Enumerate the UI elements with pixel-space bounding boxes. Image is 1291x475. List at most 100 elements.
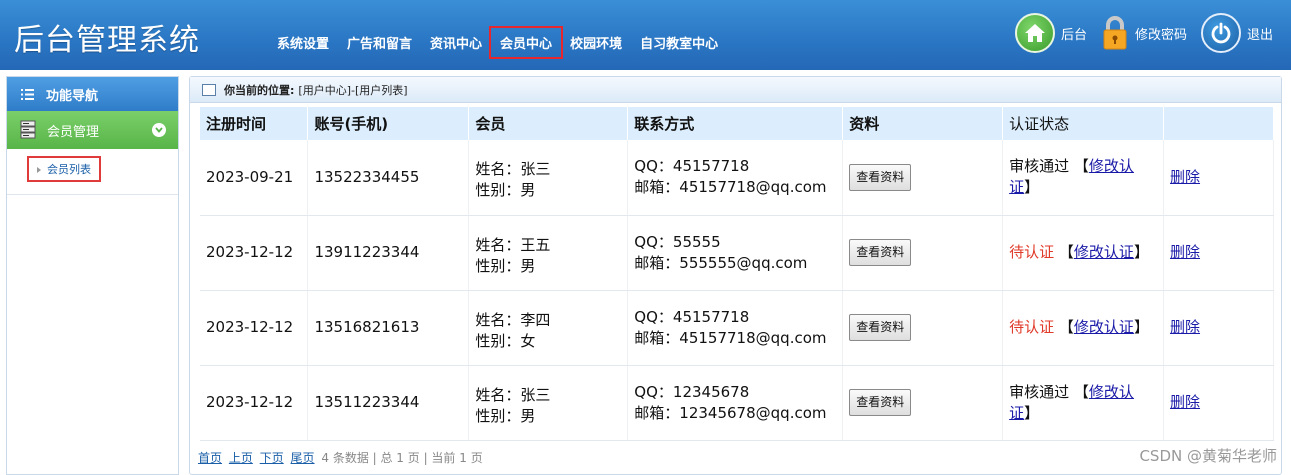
change-password-button[interactable]: 修改密码: [1101, 13, 1187, 53]
view-profile-button[interactable]: 查看资料: [849, 314, 912, 341]
contact-email: 邮箱：12345678@qq.com: [634, 403, 827, 422]
edit-auth-link[interactable]: 修改认证: [1074, 318, 1134, 336]
breadcrumb-label: 你当前的位置:: [224, 83, 295, 97]
triangle-icon: [37, 167, 41, 173]
nav-news-center[interactable]: 资讯中心: [421, 28, 491, 57]
member-name: 姓名：张三: [475, 385, 551, 404]
sidebar-item-label: 会员列表: [47, 163, 91, 176]
cell-phone: 13511223344: [307, 365, 470, 441]
contact-qq: QQ：45157718: [634, 307, 750, 326]
cell-member: 姓名：张三性别：男: [468, 140, 629, 216]
nav-study-room-center[interactable]: 自习教室中心: [631, 28, 727, 57]
window-icon: [202, 83, 216, 96]
pager-last[interactable]: 尾页: [291, 451, 315, 465]
nav-ads-messages[interactable]: 广告和留言: [338, 28, 421, 57]
sidebar-title: 功能导航: [7, 77, 178, 111]
watermark: CSDN @黄菊华老师: [1139, 447, 1277, 465]
home-button[interactable]: 后台: [1014, 13, 1087, 53]
home-icon: [1014, 13, 1055, 53]
contact-qq: QQ：55555: [634, 232, 721, 251]
cell-status: 审核通过 【修改认证】: [1002, 365, 1165, 441]
nav-campus-environment[interactable]: 校园环境: [561, 28, 631, 57]
cell-status: 审核通过 【修改认证】: [1002, 140, 1165, 216]
pager-info: 4 条数据 | 总 1 页 | 当前 1 页: [321, 451, 483, 465]
sidebar-group-member[interactable]: 会员管理: [7, 111, 178, 149]
main-nav: 系统设置 广告和留言 资讯中心 会员中心 校园环境 自习教室中心: [268, 26, 727, 59]
cell-profile: 查看资料: [842, 290, 1004, 366]
server-icon: [20, 120, 36, 139]
logout-button[interactable]: 退出: [1200, 13, 1273, 53]
cell-phone: 13522334455: [307, 140, 470, 216]
header-tools: 后台 修改密码 退出: [1001, 13, 1273, 53]
member-gender: 性别：男: [475, 406, 536, 425]
cell-profile: 查看资料: [842, 215, 1004, 291]
delete-link[interactable]: 删除: [1170, 168, 1200, 186]
member-name: 姓名：李四: [475, 310, 551, 329]
cell-actions: 删除: [1163, 365, 1274, 441]
table-row: 2023-12-12 13511223344 姓名：张三 性别：男 QQ：1234567…: [200, 365, 1274, 441]
change-password-label: 修改密码: [1134, 27, 1187, 43]
status-text: 审核通过: [1009, 382, 1070, 401]
cell-actions: 删除: [1163, 215, 1274, 291]
cell-date: 2023-09-21: [200, 140, 309, 216]
cell-phone: 13911223344: [307, 215, 470, 291]
contact-email: 邮箱：45157718@qq.com: [634, 178, 827, 197]
home-label: 后台: [1060, 27, 1087, 43]
cell-date: 2023-12-12: [200, 215, 309, 291]
cell-date: 2023-12-12: [200, 365, 309, 441]
delete-link[interactable]: 删除: [1170, 393, 1200, 411]
pager-prev[interactable]: 上页: [229, 451, 253, 465]
breadcrumb: 你当前的位置: [用户中心]-[用户列表]: [190, 77, 1281, 103]
edit-auth-link[interactable]: 修改认证: [1074, 243, 1134, 261]
table-header-row: 注册时间 账号(手机) 会员 联系方式 资料 认证状态: [200, 107, 1274, 140]
cell-actions: 删除: [1163, 140, 1274, 216]
member-gender: 性别：女: [475, 331, 536, 350]
pager-next[interactable]: 下页: [260, 451, 284, 465]
cell-contact: QQ：12345678 邮箱：12345678@qq.com: [627, 365, 844, 441]
nav-system-settings[interactable]: 系统设置: [268, 28, 338, 57]
cell-member: 姓名：李四性别：女: [468, 290, 629, 366]
cell-contact: QQ：55555 邮箱：555555@qq.com: [627, 215, 844, 291]
view-profile-button[interactable]: 查看资料: [849, 389, 912, 416]
member-gender: 性别：男: [475, 256, 536, 275]
view-profile-button[interactable]: 查看资料: [849, 163, 912, 191]
delete-link[interactable]: 删除: [1170, 243, 1200, 261]
cell-contact: QQ：45157718 邮箱：45157718@qq.com: [627, 140, 844, 216]
col-header-contact: 联系方式: [627, 107, 844, 140]
sidebar-item-box: 会员列表: [27, 156, 101, 182]
status-text: 审核通过: [1009, 157, 1070, 176]
pager-first[interactable]: 首页: [198, 451, 222, 465]
sidebar-item-member-list[interactable]: 会员列表: [7, 149, 178, 195]
cell-member: 姓名：王五性别：男: [468, 215, 629, 291]
col-header-actions: [1163, 107, 1274, 140]
cell-contact: QQ：45157718 邮箱：45157718@qq.com: [627, 290, 844, 366]
member-name: 姓名：张三: [475, 160, 551, 179]
top-header: 后台管理系统 系统设置 广告和留言 资讯中心 会员中心 校园环境 自习教室中心 …: [0, 0, 1291, 70]
menu-icon: [21, 88, 34, 100]
col-header-status: 认证状态: [1002, 107, 1165, 140]
member-name: 姓名：王五: [475, 235, 551, 254]
cell-member: 姓名：张三性别：男: [468, 365, 629, 441]
member-gender: 性别：男: [475, 181, 536, 200]
sidebar: 功能导航 会员管理 会员列表: [6, 76, 179, 475]
cell-status: 待认证 【修改认证】: [1002, 290, 1165, 366]
cell-phone: 13516821613: [307, 290, 470, 366]
col-header-member: 会员: [468, 107, 629, 140]
status-text: 待认证: [1009, 318, 1055, 336]
col-header-profile: 资料: [842, 107, 1004, 140]
sidebar-group-label: 会员管理: [47, 124, 100, 140]
delete-link[interactable]: 删除: [1170, 318, 1200, 336]
sidebar-title-label: 功能导航: [46, 88, 99, 104]
breadcrumb-path: [用户中心]-[用户列表]: [298, 83, 408, 97]
cell-actions: 删除: [1163, 290, 1274, 366]
table-row: 2023-12-12 13516821613 姓名：李四 性别：女 QQ：4515771…: [200, 290, 1274, 366]
status-text: 待认证: [1009, 243, 1055, 261]
power-icon: [1200, 13, 1241, 53]
main-panel: 你当前的位置: [用户中心]-[用户列表] 注册时间 账号(手机) 会员 联系方…: [189, 76, 1282, 475]
col-header-phone: 账号(手机): [307, 107, 470, 140]
table-row: 2023-09-21 13522334455 姓名：张三 性别：男 QQ：4515771…: [200, 140, 1274, 216]
view-profile-button[interactable]: 查看资料: [849, 239, 912, 266]
pagination: 首页 上页 下页 尾页 4 条数据 | 总 1 页 | 当前 1 页: [198, 449, 483, 466]
nav-member-center[interactable]: 会员中心: [489, 26, 564, 59]
contact-qq: QQ：12345678: [634, 382, 750, 401]
